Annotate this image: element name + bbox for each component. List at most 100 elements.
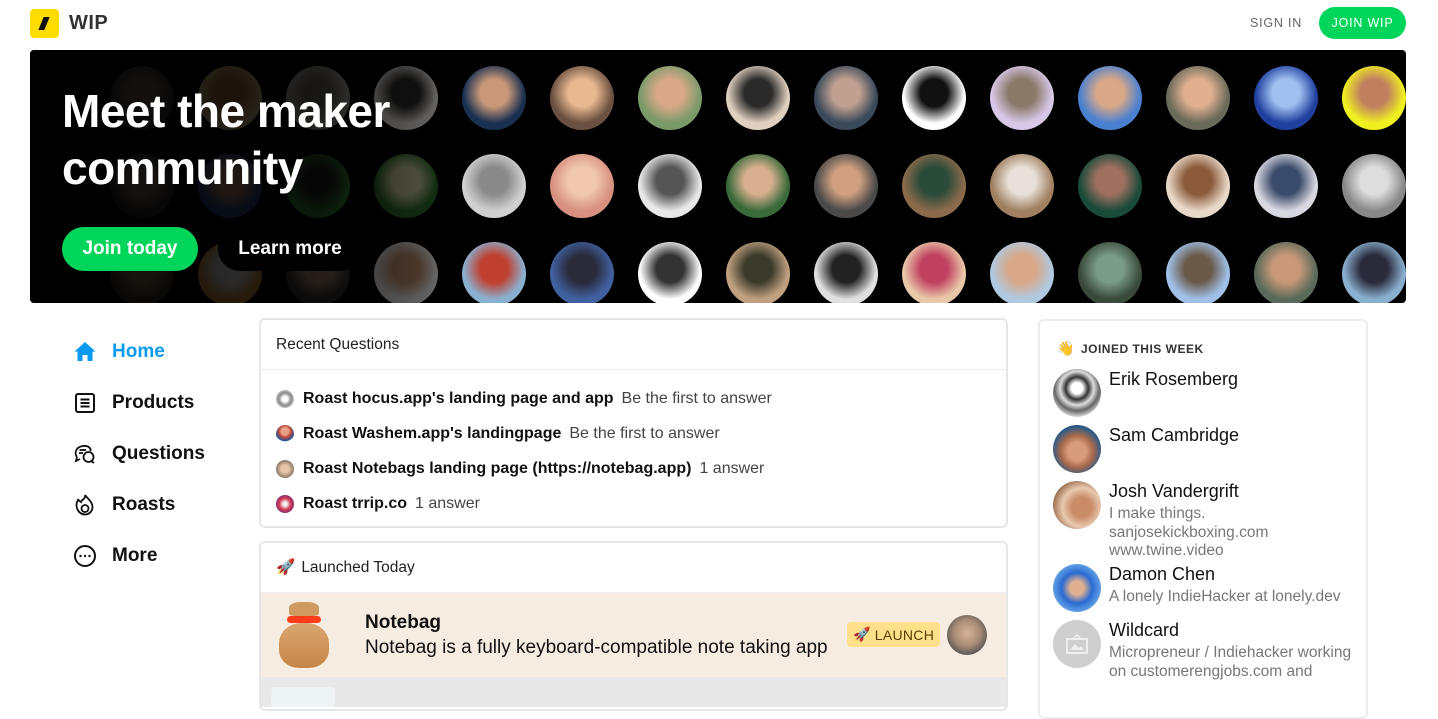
member-name[interactable]: Damon Chen <box>1109 564 1215 585</box>
sidebar-nav: Home Products Questions Roasts More <box>72 326 205 581</box>
brand-name[interactable]: WIP <box>69 12 108 35</box>
answer-status: Be the first to answer <box>569 424 720 442</box>
maker-avatar[interactable] <box>902 66 966 130</box>
maker-avatar[interactable] <box>990 66 1054 130</box>
maker-avatar[interactable] <box>638 242 702 303</box>
more-icon <box>72 543 98 569</box>
home-icon <box>72 339 98 365</box>
maker-avatar[interactable] <box>814 154 878 218</box>
maker-avatar[interactable] <box>1254 66 1318 130</box>
answer-status: 1 answer <box>415 494 480 512</box>
waving-hand-icon: 👋 <box>1057 340 1075 356</box>
maker-avatar[interactable] <box>550 66 614 130</box>
question-list: Roast hocus.app's landing page and app B… <box>261 370 1006 526</box>
maker-avatar[interactable] <box>1078 242 1142 303</box>
join-today-button[interactable]: Join today <box>62 227 198 271</box>
member-name[interactable]: Josh Vandergrift <box>1109 481 1239 502</box>
question-title[interactable]: Roast trrip.co <box>303 495 407 513</box>
member-name[interactable]: Erik Rosemberg <box>1109 369 1238 390</box>
sidebar-item-label: More <box>112 544 158 566</box>
question-item[interactable]: Roast Washem.app's landingpage Be the fi… <box>276 416 991 451</box>
sidebar-item-label: Questions <box>112 442 205 464</box>
wip-logo-icon[interactable] <box>30 9 59 38</box>
maker-avatar[interactable] <box>947 615 987 655</box>
card-title: 🚀 Launched Today <box>261 543 1006 593</box>
maker-avatar[interactable] <box>550 242 614 303</box>
member-avatar[interactable] <box>1053 369 1101 417</box>
hero-title-line-2: community <box>62 142 303 194</box>
launch-badge[interactable]: 🚀 LAUNCH <box>847 622 941 647</box>
sidebar-item-more[interactable]: More <box>72 530 205 581</box>
member-name[interactable]: Wildcard <box>1109 620 1179 641</box>
question-item[interactable]: Roast Notebags landing page (https://not… <box>276 451 991 486</box>
launched-today-card: 🚀 Launched Today Notebag Notebag is a fu… <box>259 541 1008 711</box>
asker-avatar <box>276 494 294 513</box>
recent-questions-card: Recent Questions Roast hocus.app's landi… <box>259 318 1008 528</box>
question-item[interactable]: Roast hocus.app's landing page and app B… <box>276 381 991 416</box>
sidebar-item-roasts[interactable]: Roasts <box>72 479 205 530</box>
product-description: Notebag is a fully keyboard-compatible n… <box>365 636 828 658</box>
maker-avatar[interactable] <box>990 242 1054 303</box>
card-title-text: JOINED THIS WEEK <box>1080 341 1204 356</box>
card-title: Recent Questions <box>261 320 1006 370</box>
maker-avatar[interactable] <box>814 66 878 130</box>
top-bar: WIP SIGN IN JOIN WIP <box>0 0 1438 48</box>
card-title: 👋 JOINED THIS WEEK <box>1057 340 1204 357</box>
member-avatar[interactable] <box>1053 564 1101 612</box>
maker-avatar[interactable] <box>1166 66 1230 130</box>
placeholder-image-icon[interactable] <box>1053 620 1101 668</box>
learn-more-button[interactable]: Learn more <box>218 227 362 271</box>
maker-avatar[interactable] <box>726 154 790 218</box>
question-title[interactable]: Roast hocus.app's landing page and app <box>303 390 614 408</box>
join-wip-button[interactable]: JOIN WIP <box>1319 7 1406 39</box>
member-avatar[interactable] <box>1053 425 1101 473</box>
member-name[interactable]: Sam Cambridge <box>1109 425 1239 446</box>
maker-avatar[interactable] <box>462 66 526 130</box>
question-item[interactable]: Roast trrip.co 1 answer <box>276 486 991 521</box>
product-logo-icon <box>277 602 331 668</box>
maker-avatar[interactable] <box>1254 242 1318 303</box>
sidebar-item-home[interactable]: Home <box>72 326 205 377</box>
sidebar-item-products[interactable]: Products <box>72 377 205 428</box>
hero-banner: Meet the maker community Join today Lear… <box>30 50 1406 303</box>
question-title[interactable]: Roast Washem.app's landingpage <box>303 425 561 443</box>
maker-avatar[interactable] <box>1342 242 1406 303</box>
maker-avatar[interactable] <box>726 242 790 303</box>
product-name[interactable]: Notebag <box>365 612 828 634</box>
asker-avatar <box>276 424 294 443</box>
answer-status: 1 answer <box>699 459 765 477</box>
question-title[interactable]: Roast Notebags landing page (https://not… <box>303 460 691 478</box>
maker-avatar[interactable] <box>1254 154 1318 218</box>
maker-avatar[interactable] <box>462 154 526 218</box>
maker-avatar[interactable] <box>726 66 790 130</box>
maker-avatar[interactable] <box>1166 154 1230 218</box>
maker-avatar[interactable] <box>1166 242 1230 303</box>
hero-title: Meet the maker community <box>62 83 390 197</box>
product-logo-icon <box>271 687 335 707</box>
maker-avatar[interactable] <box>1342 154 1406 218</box>
launch-item[interactable] <box>261 677 1006 707</box>
member-avatar[interactable] <box>1053 481 1101 529</box>
member-bio: A lonely IndieHacker at lonely.dev <box>1109 588 1341 605</box>
card-title-text: Launched Today <box>301 558 415 576</box>
maker-avatar[interactable] <box>638 154 702 218</box>
maker-avatar[interactable] <box>990 154 1054 218</box>
answer-status: Be the first to answer <box>621 389 772 407</box>
maker-avatar[interactable] <box>550 154 614 218</box>
maker-avatar[interactable] <box>1078 154 1142 218</box>
maker-avatar[interactable] <box>814 242 878 303</box>
sidebar-item-label: Products <box>112 391 195 413</box>
launch-item[interactable]: Notebag Notebag is a fully keyboard-comp… <box>261 593 1006 677</box>
maker-avatar[interactable] <box>1078 66 1142 130</box>
maker-avatar[interactable] <box>462 242 526 303</box>
maker-avatar[interactable] <box>902 154 966 218</box>
maker-avatar[interactable] <box>638 66 702 130</box>
asker-avatar <box>276 459 294 478</box>
rocket-icon: 🚀 <box>276 559 296 576</box>
hero-title-line-1: Meet the maker <box>62 85 390 137</box>
maker-avatar[interactable] <box>902 242 966 303</box>
maker-avatar[interactable] <box>1342 66 1406 130</box>
questions-icon <box>72 441 98 467</box>
sidebar-item-questions[interactable]: Questions <box>72 428 205 479</box>
sign-in-link[interactable]: SIGN IN <box>1250 16 1302 30</box>
